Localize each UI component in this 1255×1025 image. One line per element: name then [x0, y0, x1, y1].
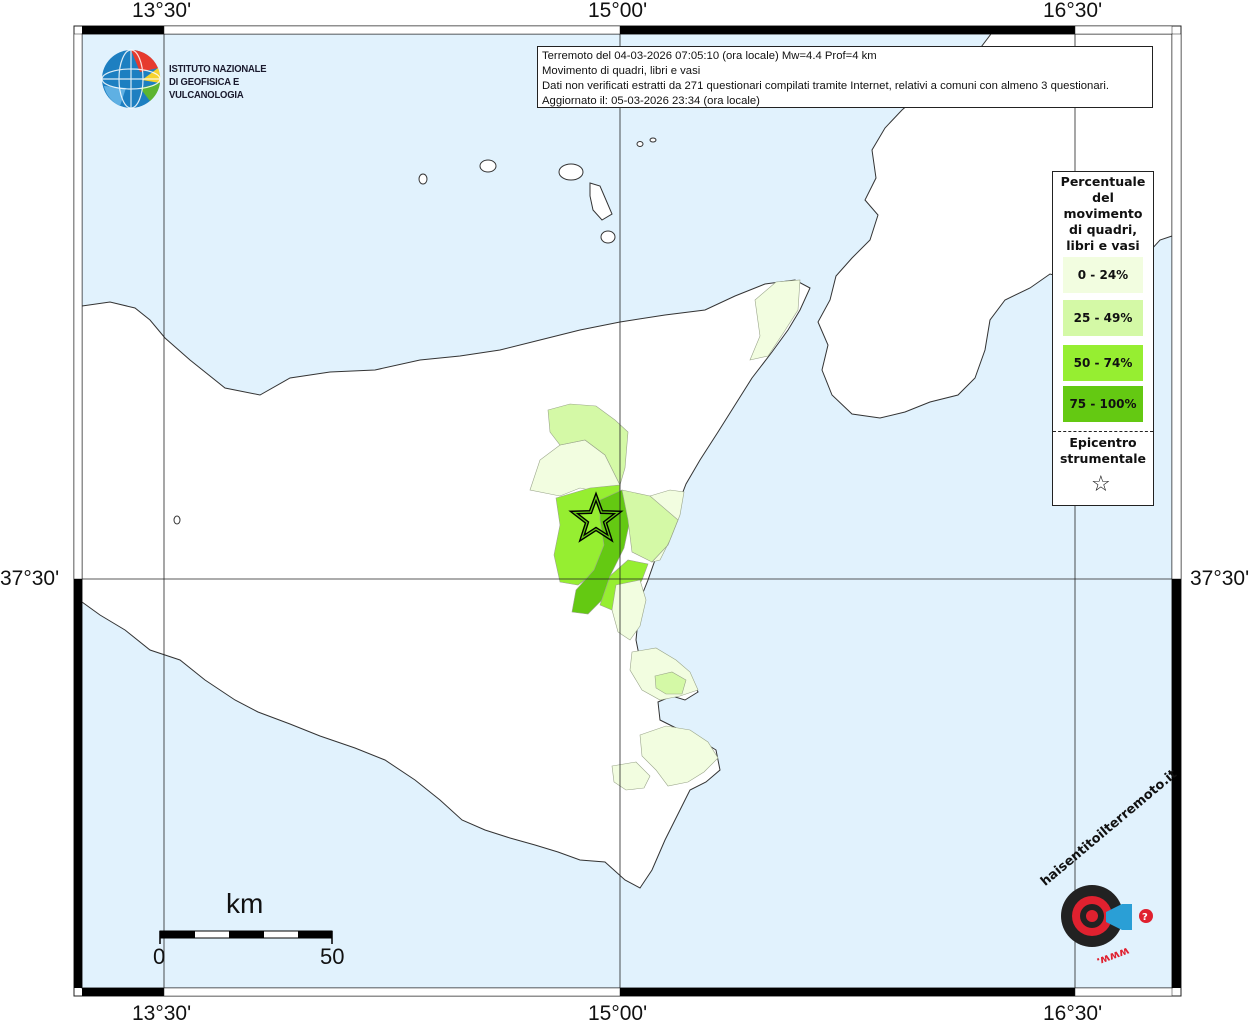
- info-line-parameter: Movimento di quadri, libri e vasi: [542, 65, 701, 77]
- earthquake-info-box: Terremoto del 04-03-2026 07:05:10 (ora l…: [537, 46, 1153, 108]
- scale-unit: km: [226, 888, 264, 919]
- legend-item-25-49: 25 - 49%: [1063, 300, 1143, 336]
- info-line-data-source: Dati non verificati estratti da 271 ques…: [542, 80, 1110, 92]
- island-alicudi: [418, 173, 428, 185]
- legend: Percentuale del movimento di quadri, lib…: [1052, 171, 1154, 506]
- scale-start: 0: [153, 944, 166, 969]
- island-stromboli: [649, 137, 657, 143]
- tick-right-3730: 37°30': [1190, 567, 1250, 590]
- legend-title-line: del: [1092, 190, 1114, 205]
- legend-title-line: di quadri,: [1068, 222, 1137, 237]
- legend-epicenter-line: Epicentro: [1069, 435, 1137, 450]
- tick-bottom-1330: 13°30': [132, 1002, 192, 1025]
- tick-bottom-1630: 16°30': [1043, 1002, 1103, 1025]
- info-line-earthquake: Terremoto del 04-03-2026 07:05:10 (ora l…: [542, 50, 877, 62]
- legend-epicenter-line: strumentale: [1059, 451, 1147, 466]
- island-vulcano: [600, 230, 616, 244]
- island-salina: [558, 163, 584, 181]
- legend-title-line: libri e vasi: [1066, 238, 1140, 253]
- ingv-logo-line1: ISTITUTO NAZIONALE: [169, 63, 267, 75]
- legend-title: Percentuale del movimento di quadri, lib…: [1053, 172, 1153, 254]
- info-line-updated: Aggiornato il: 05-03-2026 23:34 (ora loc…: [542, 95, 760, 107]
- island-ustica: [173, 515, 181, 525]
- haisentito-logo: ? haisentitoilterremoto.it www.: [1030, 767, 1180, 980]
- island-filicudi: [479, 159, 497, 173]
- island-panarea: [636, 141, 644, 147]
- tick-top-1630: 16°30': [1043, 0, 1103, 22]
- legend-epicenter: Epicentro strumentale: [1053, 435, 1153, 467]
- ingv-logo-text: ISTITUTO NAZIONALE DI GEOFISICA E VULCAN…: [169, 63, 305, 102]
- legend-item-75-100: 75 - 100%: [1063, 386, 1143, 422]
- legend-item-50-74: 50 - 74%: [1063, 345, 1143, 381]
- tick-top-1500: 15°00': [588, 0, 648, 22]
- legend-title-line: Percentuale: [1060, 174, 1146, 189]
- svg-text:?: ?: [1142, 912, 1148, 923]
- legend-item-0-24: 0 - 24%: [1063, 257, 1143, 293]
- ingv-logo-line2: DI GEOFISICA E VULCANOLOGIA: [169, 76, 244, 101]
- legend-star-icon: ☆: [1091, 472, 1111, 497]
- legend-title-line: movimento: [1063, 206, 1143, 221]
- scale-end: 50: [320, 944, 345, 969]
- ingv-globe-icon: [101, 49, 161, 109]
- tick-top-1330: 13°30': [132, 0, 192, 22]
- ingv-logo: ISTITUTO NAZIONALE DI GEOFISICA E VULCAN…: [100, 48, 320, 110]
- tick-left-3730: 37°30': [0, 567, 60, 590]
- tick-bottom-1500: 15°00': [588, 1002, 648, 1025]
- legend-separator: [1053, 431, 1153, 432]
